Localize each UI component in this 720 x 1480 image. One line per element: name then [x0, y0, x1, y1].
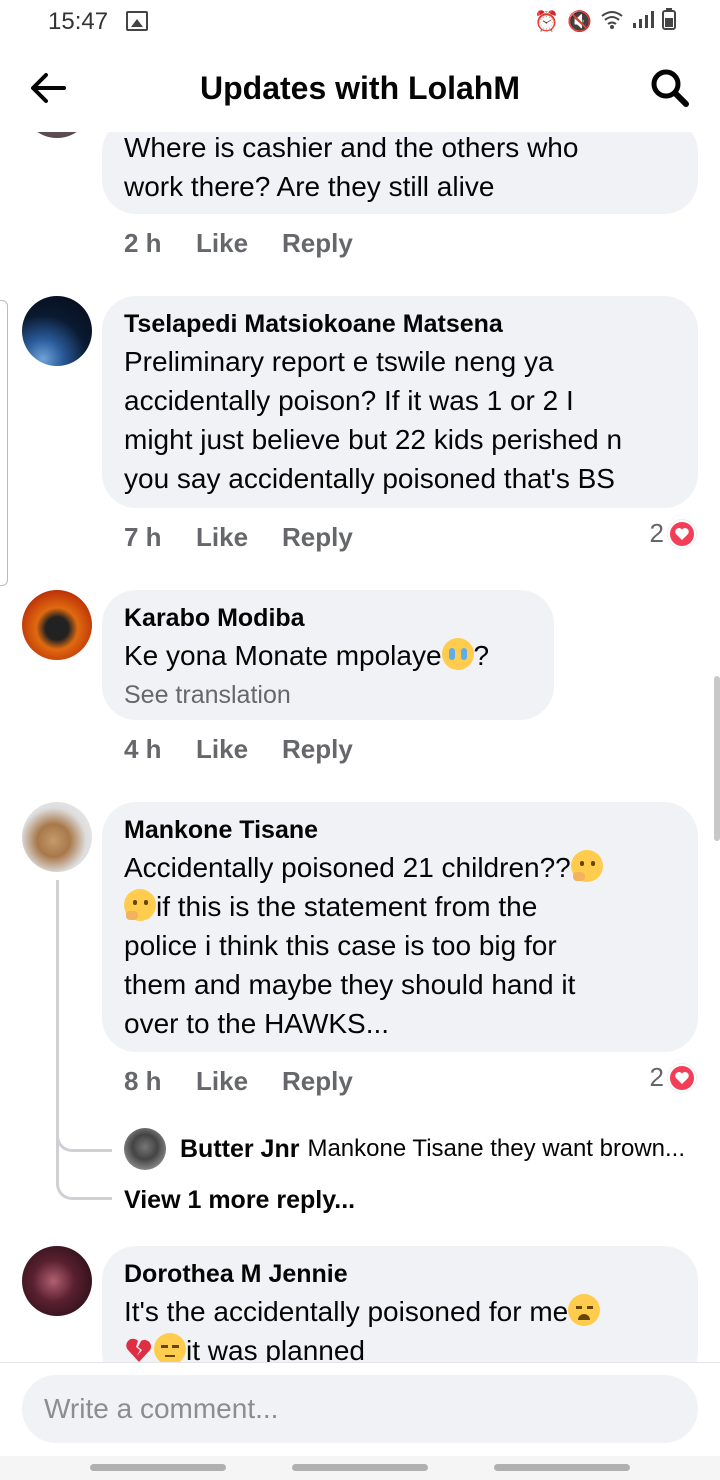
- reaction-summary[interactable]: 2: [650, 518, 696, 549]
- comment-text-part: it was planned: [186, 1335, 366, 1362]
- reply-text: Mankone Tisane they want brown...: [307, 1135, 686, 1162]
- like-button[interactable]: Like: [196, 1066, 282, 1097]
- see-translation-link[interactable]: See translation: [124, 677, 532, 713]
- comment-author[interactable]: Dorothea M Jennie: [124, 1258, 676, 1290]
- comment-text: over to the HAWKS...: [124, 1008, 390, 1039]
- avatar[interactable]: [22, 590, 92, 660]
- avatar[interactable]: [22, 1246, 92, 1316]
- comment-actions: 4 h Like Reply: [124, 734, 353, 765]
- thinking-face-icon: [124, 889, 156, 921]
- mute-icon: 🔇: [567, 11, 592, 33]
- avatar[interactable]: [124, 1128, 166, 1170]
- comment-actions: 7 h Like Reply: [124, 522, 353, 553]
- reply-button[interactable]: Reply: [282, 734, 353, 765]
- comment-text-part: It's the accidentally poisoned for me: [124, 1296, 569, 1327]
- signal-icon: [632, 9, 654, 35]
- reply-button[interactable]: Reply: [282, 228, 353, 259]
- status-bar: 15:47 ⏰ 🔇: [0, 0, 720, 44]
- thread-connector: [56, 1128, 112, 1152]
- app-header: Updates with LolahM: [0, 44, 720, 132]
- avatar[interactable]: [22, 802, 92, 872]
- comment-bubble[interactable]: Karabo Modiba Ke yona Monate mpolaye? Se…: [102, 590, 554, 720]
- comment-text: It's the accidentally poisoned for me: [124, 1292, 676, 1331]
- heart-icon: [668, 519, 696, 548]
- battery-icon: [662, 8, 676, 36]
- comment-author[interactable]: Tselapedi Matsiokoane Matsena: [124, 308, 676, 340]
- reaction-summary[interactable]: 2: [650, 1062, 696, 1093]
- comment-bubble[interactable]: Dorothea M Jennie It's the accidentally …: [102, 1246, 698, 1362]
- search-icon: [651, 69, 689, 107]
- like-button[interactable]: Like: [196, 734, 282, 765]
- comment-text: Preliminary report e tswile neng ya: [124, 346, 554, 377]
- reaction-count: 2: [649, 1062, 664, 1092]
- thinking-face-icon: [570, 850, 603, 882]
- image-icon: [126, 11, 148, 31]
- comment-bubble[interactable]: Tselapedi Matsiokoane Matsena Preliminar…: [102, 296, 698, 508]
- heart-icon: [668, 1063, 696, 1092]
- alarm-icon: ⏰: [534, 11, 560, 33]
- thread-connector: [56, 1176, 112, 1200]
- status-icons: ⏰ 🔇: [534, 8, 676, 36]
- crying-face-icon: [441, 638, 474, 670]
- comment-text-part: Accidentally poisoned 21 children??: [124, 852, 571, 883]
- page-title: Updates with LolahM: [200, 70, 520, 106]
- unamused-face-icon: [154, 1333, 186, 1362]
- comment-composer: [0, 1362, 720, 1456]
- reply-preview[interactable]: Butter Jnr Mankone Tisane they want brow…: [124, 1128, 704, 1170]
- reply-author[interactable]: Butter Jnr: [180, 1135, 299, 1164]
- comment-text: it was planned: [124, 1331, 676, 1362]
- comment-time: 4 h: [124, 734, 162, 764]
- comment-actions: 8 h Like Reply: [124, 1066, 353, 1097]
- comment-text: police i think this case is too big for: [124, 930, 557, 961]
- like-button[interactable]: Like: [196, 228, 282, 259]
- comment-bubble[interactable]: Mankone Tisane Accidentally poisoned 21 …: [102, 802, 698, 1052]
- comment-time: 8 h: [124, 1066, 162, 1096]
- comment-actions: 2 h Like Reply: [124, 228, 353, 259]
- view-more-replies-link[interactable]: View 1 more reply...: [124, 1186, 355, 1215]
- nav-recent-button[interactable]: [90, 1464, 226, 1471]
- avatar[interactable]: [22, 132, 92, 138]
- comment-input[interactable]: [22, 1375, 698, 1443]
- comment-time: 7 h: [124, 522, 162, 552]
- comments-feed[interactable]: Where is cashier and the others who work…: [0, 132, 720, 1362]
- weary-face-icon: [568, 1294, 601, 1326]
- comment-text-part: ?: [473, 640, 490, 671]
- edge-indicator: [0, 300, 8, 586]
- nav-back-button[interactable]: [494, 1464, 630, 1471]
- reaction-count: 2: [649, 518, 664, 548]
- avatar[interactable]: [22, 296, 92, 366]
- comment-time: 2 h: [124, 228, 162, 258]
- comment-author[interactable]: Karabo Modiba: [124, 602, 532, 634]
- comment-text: might just believe but 22 kids perished …: [124, 424, 623, 455]
- comment-text: if this is the statement from the: [124, 887, 676, 926]
- comment-bubble[interactable]: Where is cashier and the others who work…: [102, 132, 698, 214]
- wifi-icon: [600, 9, 624, 35]
- comment-text: them and maybe they should hand it: [124, 969, 576, 1000]
- reply-button[interactable]: Reply: [282, 522, 353, 553]
- like-button[interactable]: Like: [196, 522, 282, 553]
- comment-text: Where is cashier and the others who: [124, 132, 579, 163]
- comment-text-part: Ke yona Monate mpolaye: [124, 640, 442, 671]
- comment-text: Ke yona Monate mpolaye?: [124, 636, 532, 675]
- comment-text: Accidentally poisoned 21 children??: [124, 848, 676, 887]
- comment-text-part: if this is the statement from the: [156, 891, 538, 922]
- system-nav-bar: [0, 1456, 720, 1480]
- search-button[interactable]: [648, 66, 692, 110]
- comment-text: work there? Are they still alive: [124, 171, 495, 202]
- nav-home-button[interactable]: [292, 1464, 428, 1471]
- broken-heart-icon: [126, 1338, 152, 1362]
- scrollbar[interactable]: [714, 676, 720, 841]
- reply-button[interactable]: Reply: [282, 1066, 353, 1097]
- comment-text: accidentally poison? If it was 1 or 2 I: [124, 385, 574, 416]
- comment-text: you say accidentally poisoned that's BS: [124, 463, 615, 494]
- comment-author[interactable]: Mankone Tisane: [124, 814, 676, 846]
- status-time: 15:47: [48, 8, 109, 35]
